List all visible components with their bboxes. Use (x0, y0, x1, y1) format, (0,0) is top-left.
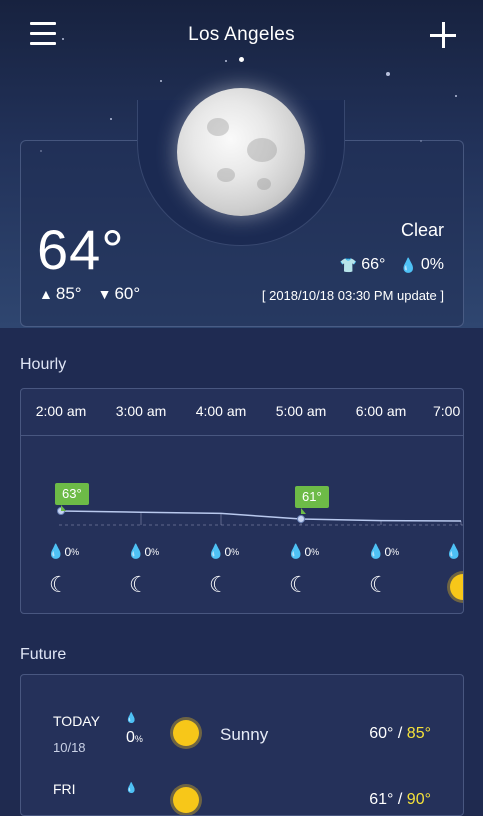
sun-icon (173, 787, 199, 813)
date-label: 10/18 (53, 740, 86, 755)
divider (21, 435, 463, 436)
add-city-button[interactable] (430, 22, 456, 48)
crescent-moon-icon: ☾ (129, 572, 149, 597)
feels-like-value: 66° (361, 256, 386, 273)
hour-label: 7:00 (433, 403, 461, 419)
crescent-moon-icon: ☾ (369, 572, 389, 597)
condition-label: Clear (400, 220, 444, 240)
precip-value: 0% (126, 729, 143, 746)
city-title: Los Angeles (188, 24, 295, 45)
high-low: ▲ 85° ▼ 60° (39, 284, 140, 304)
future-card[interactable]: TODAY 10/18 💧 0% Sunny 60° / 85° FRI 💧 6… (20, 674, 464, 816)
future-title: Future (20, 646, 67, 663)
page-indicator (239, 57, 244, 62)
raindrop-icon: 💧 (127, 543, 145, 559)
arrow-down-icon: ▼ (97, 286, 112, 302)
hour-label: 4:00 am (195, 403, 247, 419)
sun-icon (450, 574, 463, 600)
raindrop-icon: 💧 (125, 713, 138, 724)
hour-label: 2:00 am (35, 403, 87, 419)
crescent-moon-icon: ☾ (49, 572, 69, 597)
shirt-icon: 👕 (339, 256, 358, 273)
temp-tag: 63° (55, 483, 89, 511)
sun-icon (173, 720, 199, 746)
temperature-line (60, 510, 462, 522)
raindrop-icon: 💧 (47, 543, 65, 559)
temp-tag: 61° (295, 486, 329, 514)
hour-label: 3:00 am (115, 403, 167, 419)
temp-range: 60° / 85° (369, 725, 431, 742)
current-temperature: 64° (37, 218, 125, 281)
top-bar: Los Angeles (0, 0, 483, 70)
day-label: FRI (53, 781, 76, 797)
precip-value: 0% (420, 256, 444, 273)
temperature-point (297, 515, 305, 523)
raindrop-icon: 💧 (399, 256, 417, 273)
hourly-card[interactable]: 2:00 am 3:00 am 4:00 am 5:00 am 6:00 am … (20, 388, 464, 614)
crescent-moon-icon: ☾ (289, 572, 309, 597)
hour-label: 5:00 am (275, 403, 327, 419)
hour-precip: 💧 0% (207, 543, 240, 559)
hour-precip: 💧 0% (47, 543, 80, 559)
arrow-up-icon: ▲ (39, 286, 53, 302)
raindrop-icon: 💧 (125, 783, 138, 794)
update-timestamp: [ 2018/10/18 03:30 PM update ] (261, 288, 444, 303)
raindrop-icon: 💧 (287, 543, 305, 559)
condition-label: Sunny (220, 725, 269, 744)
hour-label: 6:00 am (355, 403, 407, 419)
hourly-title: Hourly (20, 356, 67, 373)
temp-range: 61° / 90° (369, 791, 431, 808)
crescent-moon-icon: ☾ (209, 572, 229, 597)
raindrop-icon: 💧 (207, 543, 225, 559)
hour-precip: 💧 0% (367, 543, 400, 559)
hour-precip: 💧 0% (287, 543, 320, 559)
low-temp: 60° (114, 284, 141, 303)
raindrop-icon: 💧 (445, 543, 463, 559)
raindrop-icon: 💧 (367, 543, 385, 559)
high-temp: 85° (55, 284, 82, 303)
feels-like-row: 👕 66° 💧 0% (340, 256, 444, 274)
hour-precip: 💧 0% (127, 543, 160, 559)
moon-icon (177, 88, 305, 216)
hour-precip: 💧0 (445, 543, 463, 560)
day-label: TODAY (53, 713, 100, 729)
